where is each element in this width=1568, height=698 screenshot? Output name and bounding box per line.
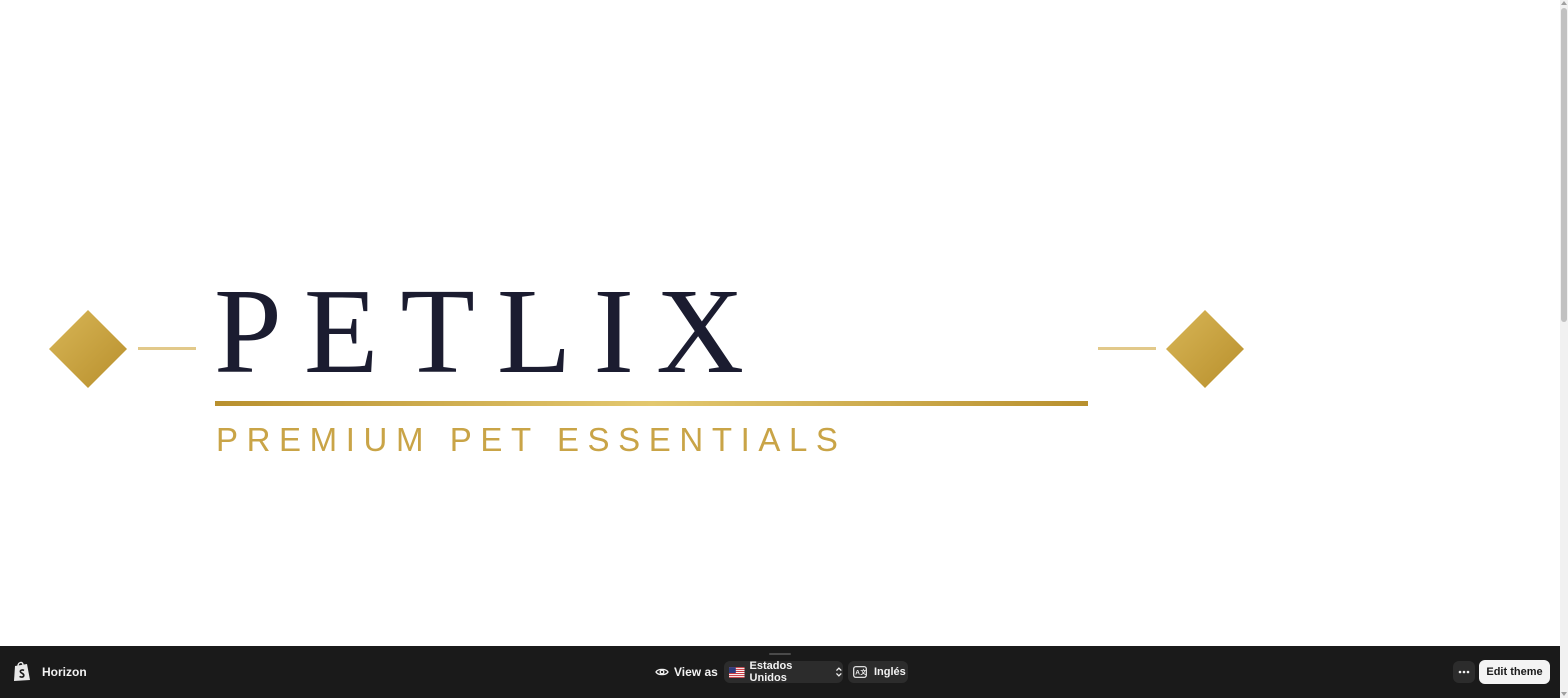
storefront-preview: PETLIX PREMIUM PET ESSENTIALS <box>0 0 1560 646</box>
ellipsis-icon <box>1458 670 1470 674</box>
edit-theme-button[interactable]: Edit theme <box>1479 660 1550 684</box>
svg-text:文: 文 <box>859 668 867 676</box>
view-as-label: View as <box>655 662 718 682</box>
scrollbar-thumb[interactable] <box>1561 8 1567 322</box>
more-options-button[interactable] <box>1453 661 1475 683</box>
theme-preview-bar: Horizon View as Estados Unidos A 文 Inglé… <box>0 646 1560 698</box>
brand-tagline: PREMIUM PET ESSENTIALS <box>216 421 847 458</box>
us-flag-icon <box>729 666 745 678</box>
translate-icon: A 文 <box>853 666 867 678</box>
eye-icon <box>655 668 669 676</box>
drag-handle[interactable] <box>769 653 791 655</box>
brand-logo: PETLIX PREMIUM PET ESSENTIALS <box>0 0 1560 646</box>
right-diamond-icon <box>1166 310 1244 388</box>
brand-wordmark: PETLIX <box>214 264 767 399</box>
theme-name: Horizon <box>42 665 87 679</box>
language-selector[interactable]: A 文 Inglés <box>848 661 908 683</box>
language-label: Inglés <box>874 666 906 678</box>
view-as-text: View as <box>674 665 718 679</box>
country-label: Estados Unidos <box>749 660 793 684</box>
shopify-bag-icon <box>14 661 30 681</box>
country-selector[interactable]: Estados Unidos <box>724 660 843 684</box>
chevron-up-down-icon <box>836 667 842 677</box>
left-diamond-icon <box>49 310 127 388</box>
right-dash <box>1098 347 1156 350</box>
scroll-down-icon[interactable] <box>1561 692 1567 696</box>
left-dash <box>138 347 196 350</box>
scroll-up-icon[interactable] <box>1561 1 1567 5</box>
